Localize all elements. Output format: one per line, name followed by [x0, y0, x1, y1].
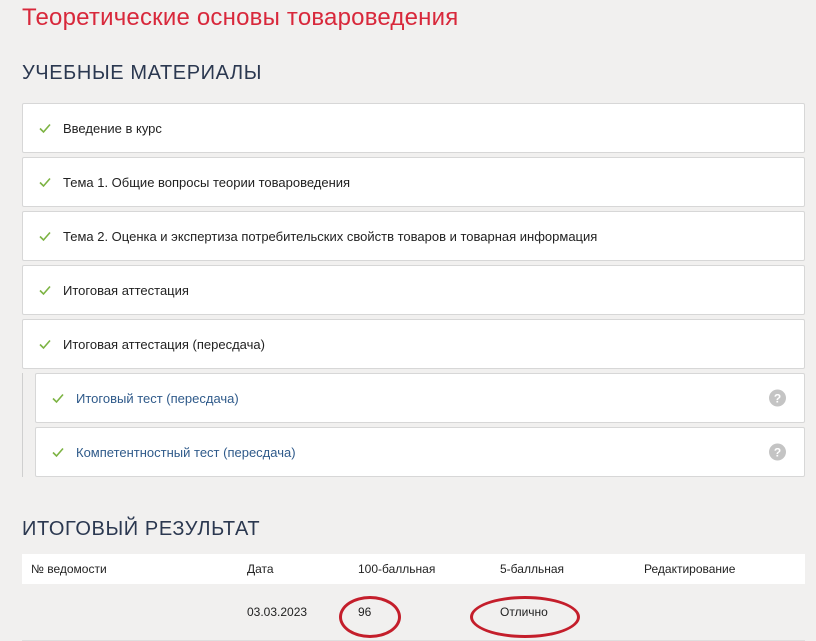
table-row: 03.03.2023 96 Отлично — [22, 584, 805, 641]
material-item-topic-2[interactable]: Тема 2. Оценка и экспертиза потребительс… — [22, 211, 805, 261]
help-icon[interactable]: ? — [769, 443, 786, 461]
score-100-value: 96 — [358, 605, 372, 619]
header-date: Дата — [247, 562, 274, 576]
header-5-point: 5-балльная — [500, 562, 564, 576]
cell-5-point: Отлично — [500, 605, 644, 619]
sub-item-competence-test-retake[interactable]: Компетентностный тест (пересдача) ? — [35, 427, 805, 477]
results-table: № ведомости Дата 100-балльная 5-балльная… — [22, 554, 805, 641]
material-item-topic-1[interactable]: Тема 1. Общие вопросы теории товароведен… — [22, 157, 805, 207]
sub-materials-list: Итоговый тест (пересдача) ? Компетентнос… — [22, 373, 805, 477]
cell-100-point: 96 — [358, 605, 500, 619]
sub-item-label: Итоговый тест (пересдача) — [76, 390, 239, 406]
score-5-value: Отлично — [500, 605, 548, 619]
material-item-intro[interactable]: Введение в курс — [22, 103, 805, 153]
sub-item-final-test-retake[interactable]: Итоговый тест (пересдача) ? — [35, 373, 805, 423]
material-item-final-attestation-retake[interactable]: Итоговая аттестация (пересдача) — [22, 319, 805, 369]
material-item-label: Итоговая аттестация (пересдача) — [63, 336, 265, 352]
check-icon — [39, 285, 51, 296]
header-100-point: 100-балльная — [358, 562, 436, 576]
material-item-label: Введение в курс — [63, 120, 162, 136]
material-item-label: Тема 2. Оценка и экспертиза потребительс… — [63, 228, 598, 244]
materials-heading: УЧЕБНЫЕ МАТЕРИАЛЫ — [22, 62, 263, 84]
check-icon — [39, 231, 51, 242]
header-statement-number: № ведомости — [31, 562, 107, 576]
material-item-label: Итоговая аттестация — [63, 282, 189, 298]
page-title: Теоретические основы товароведения — [22, 4, 459, 31]
cell-date: 03.03.2023 — [247, 605, 308, 619]
check-icon — [52, 447, 64, 458]
results-table-header: № ведомости Дата 100-балльная 5-балльная… — [22, 554, 805, 584]
sub-item-label: Компетентностный тест (пересдача) — [76, 444, 296, 460]
material-item-label: Тема 1. Общие вопросы теории товароведен… — [63, 174, 351, 190]
help-icon[interactable]: ? — [769, 389, 786, 407]
check-icon — [39, 177, 51, 188]
results-heading: ИТОГОВЫЙ РЕЗУЛЬТАТ — [22, 518, 261, 540]
header-editing: Редактирование — [644, 562, 736, 576]
materials-list: Введение в курс Тема 1. Общие вопросы те… — [22, 103, 805, 477]
check-icon — [52, 393, 64, 404]
check-icon — [39, 123, 51, 134]
check-icon — [39, 339, 51, 350]
material-item-final-attestation[interactable]: Итоговая аттестация — [22, 265, 805, 315]
